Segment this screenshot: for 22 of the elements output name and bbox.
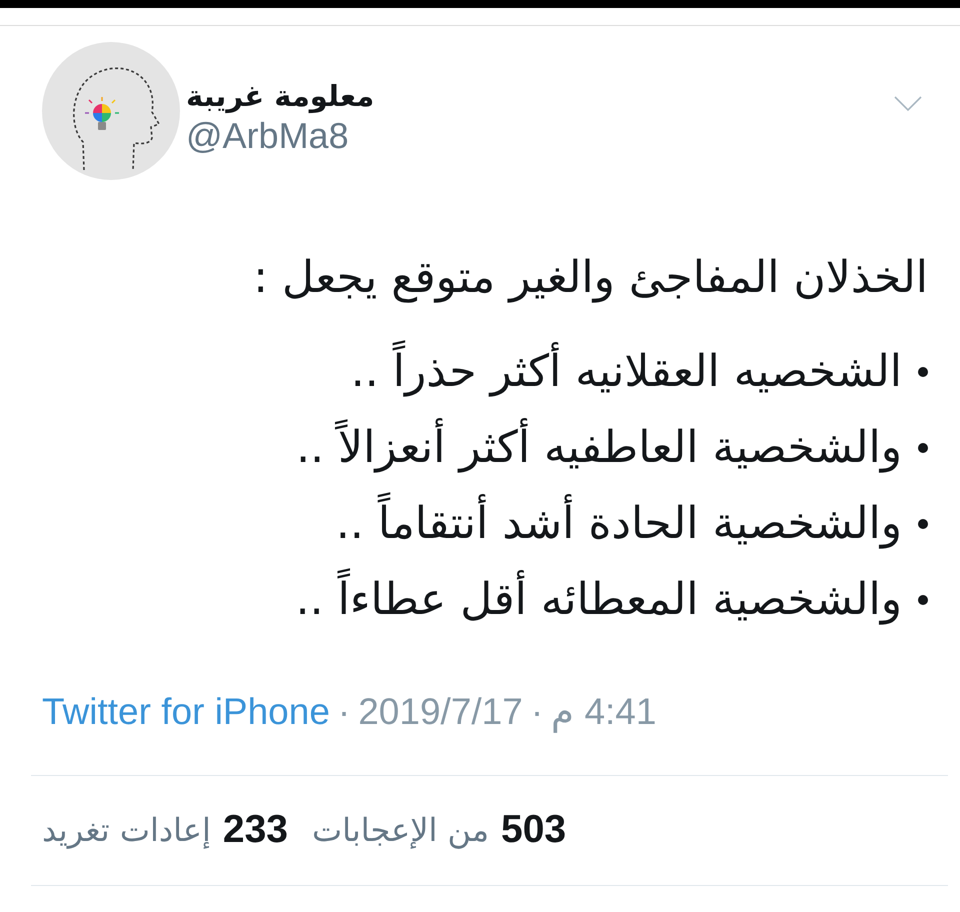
stat-label: من الإعجابات <box>312 810 490 850</box>
separator-dot: · <box>336 692 352 732</box>
tweet-list-item: والشخصية المعطائه أقل عطاءاً .. <box>296 562 902 638</box>
display-name: معلومة غريبة <box>186 78 374 116</box>
source-link[interactable]: Twitter for iPhone <box>42 692 330 732</box>
tweet-list-item: الشخصيه العقلانيه أكثر حذراً .. <box>350 334 902 410</box>
bullet-icon <box>918 367 928 377</box>
bullet-icon <box>918 443 928 453</box>
tweet-date: 2019/7/17 <box>358 692 523 732</box>
avatar-icon <box>42 42 180 180</box>
tweet-list-item: والشخصية العاطفيه أكثر أنعزالاً .. <box>296 410 902 486</box>
stat-count: 503 <box>501 810 566 850</box>
bullet-icon <box>918 519 928 529</box>
tweet-time: 4:41 م <box>551 692 656 732</box>
stat-label: إعادات تغريد <box>42 810 211 850</box>
separator-dot: · <box>530 692 544 732</box>
chevron-down-icon[interactable] <box>894 96 922 112</box>
tweet-list-item: والشخصية الحادة أشد أنتقاماً .. <box>336 486 902 562</box>
user-handle: @ArbMa8 <box>186 116 350 156</box>
bullet-icon <box>918 595 928 605</box>
stat-count: 233 <box>222 810 288 850</box>
tweet-heading: الخذلان المفاجئ والغير متوقع يجعل : <box>252 251 928 305</box>
